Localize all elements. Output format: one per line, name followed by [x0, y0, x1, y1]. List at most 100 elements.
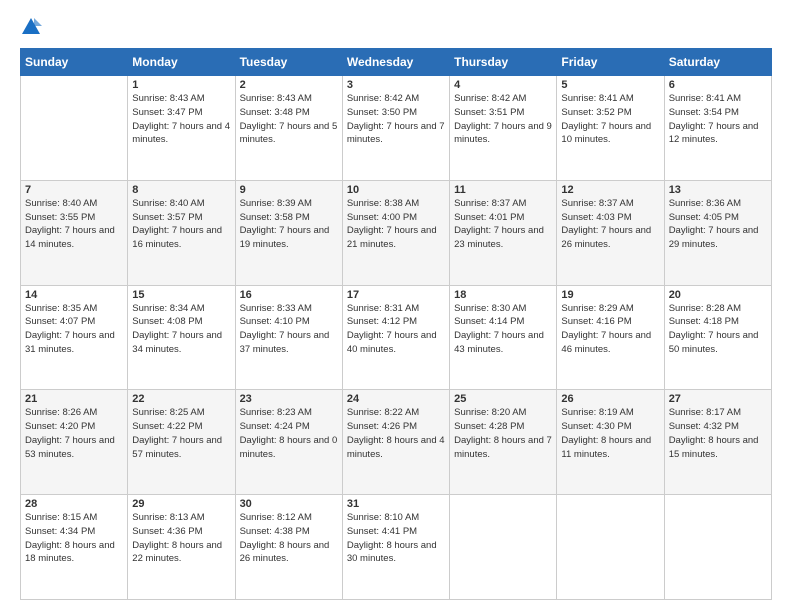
day-number: 6 — [669, 79, 767, 91]
week-row-0: 1Sunrise: 8:43 AMSunset: 3:47 PMDaylight… — [21, 76, 772, 181]
calendar-cell: 5Sunrise: 8:41 AMSunset: 3:52 PMDaylight… — [557, 76, 664, 181]
day-number: 13 — [669, 184, 767, 196]
day-info: Sunrise: 8:38 AMSunset: 4:00 PMDaylight:… — [347, 197, 445, 252]
day-number: 19 — [561, 289, 659, 301]
day-number: 18 — [454, 289, 552, 301]
day-header-thursday: Thursday — [450, 49, 557, 76]
day-number: 11 — [454, 184, 552, 196]
calendar-cell — [664, 495, 771, 600]
calendar-header-row: SundayMondayTuesdayWednesdayThursdayFrid… — [21, 49, 772, 76]
calendar-cell: 25Sunrise: 8:20 AMSunset: 4:28 PMDayligh… — [450, 390, 557, 495]
week-row-4: 28Sunrise: 8:15 AMSunset: 4:34 PMDayligh… — [21, 495, 772, 600]
calendar-cell: 17Sunrise: 8:31 AMSunset: 4:12 PMDayligh… — [342, 285, 449, 390]
page: SundayMondayTuesdayWednesdayThursdayFrid… — [0, 0, 792, 612]
calendar-cell: 9Sunrise: 8:39 AMSunset: 3:58 PMDaylight… — [235, 180, 342, 285]
day-header-wednesday: Wednesday — [342, 49, 449, 76]
day-number: 12 — [561, 184, 659, 196]
calendar-cell: 26Sunrise: 8:19 AMSunset: 4:30 PMDayligh… — [557, 390, 664, 495]
day-number: 1 — [132, 79, 230, 91]
day-number: 25 — [454, 393, 552, 405]
calendar-cell: 18Sunrise: 8:30 AMSunset: 4:14 PMDayligh… — [450, 285, 557, 390]
day-info: Sunrise: 8:29 AMSunset: 4:16 PMDaylight:… — [561, 302, 659, 357]
day-info: Sunrise: 8:41 AMSunset: 3:52 PMDaylight:… — [561, 92, 659, 147]
day-info: Sunrise: 8:43 AMSunset: 3:47 PMDaylight:… — [132, 92, 230, 147]
calendar-cell: 16Sunrise: 8:33 AMSunset: 4:10 PMDayligh… — [235, 285, 342, 390]
day-number: 27 — [669, 393, 767, 405]
calendar-cell: 7Sunrise: 8:40 AMSunset: 3:55 PMDaylight… — [21, 180, 128, 285]
day-info: Sunrise: 8:39 AMSunset: 3:58 PMDaylight:… — [240, 197, 338, 252]
day-number: 26 — [561, 393, 659, 405]
day-number: 29 — [132, 498, 230, 510]
day-number: 28 — [25, 498, 123, 510]
day-number: 20 — [669, 289, 767, 301]
day-info: Sunrise: 8:35 AMSunset: 4:07 PMDaylight:… — [25, 302, 123, 357]
day-number: 30 — [240, 498, 338, 510]
calendar-cell: 14Sunrise: 8:35 AMSunset: 4:07 PMDayligh… — [21, 285, 128, 390]
calendar-cell: 12Sunrise: 8:37 AMSunset: 4:03 PMDayligh… — [557, 180, 664, 285]
day-number: 24 — [347, 393, 445, 405]
calendar-cell: 28Sunrise: 8:15 AMSunset: 4:34 PMDayligh… — [21, 495, 128, 600]
day-info: Sunrise: 8:30 AMSunset: 4:14 PMDaylight:… — [454, 302, 552, 357]
day-info: Sunrise: 8:28 AMSunset: 4:18 PMDaylight:… — [669, 302, 767, 357]
calendar-cell: 2Sunrise: 8:43 AMSunset: 3:48 PMDaylight… — [235, 76, 342, 181]
day-number: 22 — [132, 393, 230, 405]
day-info: Sunrise: 8:34 AMSunset: 4:08 PMDaylight:… — [132, 302, 230, 357]
calendar-cell: 13Sunrise: 8:36 AMSunset: 4:05 PMDayligh… — [664, 180, 771, 285]
calendar-cell: 8Sunrise: 8:40 AMSunset: 3:57 PMDaylight… — [128, 180, 235, 285]
day-header-tuesday: Tuesday — [235, 49, 342, 76]
day-header-sunday: Sunday — [21, 49, 128, 76]
day-number: 15 — [132, 289, 230, 301]
day-info: Sunrise: 8:37 AMSunset: 4:01 PMDaylight:… — [454, 197, 552, 252]
calendar-cell: 24Sunrise: 8:22 AMSunset: 4:26 PMDayligh… — [342, 390, 449, 495]
day-info: Sunrise: 8:19 AMSunset: 4:30 PMDaylight:… — [561, 406, 659, 461]
day-number: 14 — [25, 289, 123, 301]
calendar-cell: 11Sunrise: 8:37 AMSunset: 4:01 PMDayligh… — [450, 180, 557, 285]
day-number: 9 — [240, 184, 338, 196]
day-number: 17 — [347, 289, 445, 301]
day-number: 3 — [347, 79, 445, 91]
calendar-cell: 20Sunrise: 8:28 AMSunset: 4:18 PMDayligh… — [664, 285, 771, 390]
calendar-cell: 29Sunrise: 8:13 AMSunset: 4:36 PMDayligh… — [128, 495, 235, 600]
calendar-cell — [21, 76, 128, 181]
calendar-cell: 23Sunrise: 8:23 AMSunset: 4:24 PMDayligh… — [235, 390, 342, 495]
day-number: 2 — [240, 79, 338, 91]
calendar-cell: 21Sunrise: 8:26 AMSunset: 4:20 PMDayligh… — [21, 390, 128, 495]
week-row-3: 21Sunrise: 8:26 AMSunset: 4:20 PMDayligh… — [21, 390, 772, 495]
calendar-table: SundayMondayTuesdayWednesdayThursdayFrid… — [20, 48, 772, 600]
calendar-cell: 6Sunrise: 8:41 AMSunset: 3:54 PMDaylight… — [664, 76, 771, 181]
day-info: Sunrise: 8:41 AMSunset: 3:54 PMDaylight:… — [669, 92, 767, 147]
day-info: Sunrise: 8:23 AMSunset: 4:24 PMDaylight:… — [240, 406, 338, 461]
day-info: Sunrise: 8:40 AMSunset: 3:57 PMDaylight:… — [132, 197, 230, 252]
day-number: 4 — [454, 79, 552, 91]
calendar-cell: 4Sunrise: 8:42 AMSunset: 3:51 PMDaylight… — [450, 76, 557, 181]
calendar-cell: 3Sunrise: 8:42 AMSunset: 3:50 PMDaylight… — [342, 76, 449, 181]
day-number: 16 — [240, 289, 338, 301]
day-number: 10 — [347, 184, 445, 196]
day-info: Sunrise: 8:13 AMSunset: 4:36 PMDaylight:… — [132, 511, 230, 566]
day-info: Sunrise: 8:25 AMSunset: 4:22 PMDaylight:… — [132, 406, 230, 461]
logo-icon — [20, 16, 42, 38]
day-number: 31 — [347, 498, 445, 510]
day-info: Sunrise: 8:42 AMSunset: 3:50 PMDaylight:… — [347, 92, 445, 147]
day-number: 8 — [132, 184, 230, 196]
day-header-friday: Friday — [557, 49, 664, 76]
week-row-1: 7Sunrise: 8:40 AMSunset: 3:55 PMDaylight… — [21, 180, 772, 285]
calendar-cell — [557, 495, 664, 600]
calendar-cell: 1Sunrise: 8:43 AMSunset: 3:47 PMDaylight… — [128, 76, 235, 181]
day-info: Sunrise: 8:36 AMSunset: 4:05 PMDaylight:… — [669, 197, 767, 252]
day-header-monday: Monday — [128, 49, 235, 76]
day-info: Sunrise: 8:15 AMSunset: 4:34 PMDaylight:… — [25, 511, 123, 566]
day-info: Sunrise: 8:17 AMSunset: 4:32 PMDaylight:… — [669, 406, 767, 461]
logo — [20, 16, 46, 38]
day-info: Sunrise: 8:10 AMSunset: 4:41 PMDaylight:… — [347, 511, 445, 566]
week-row-2: 14Sunrise: 8:35 AMSunset: 4:07 PMDayligh… — [21, 285, 772, 390]
calendar-cell: 19Sunrise: 8:29 AMSunset: 4:16 PMDayligh… — [557, 285, 664, 390]
calendar-cell: 27Sunrise: 8:17 AMSunset: 4:32 PMDayligh… — [664, 390, 771, 495]
day-info: Sunrise: 8:40 AMSunset: 3:55 PMDaylight:… — [25, 197, 123, 252]
calendar-cell: 30Sunrise: 8:12 AMSunset: 4:38 PMDayligh… — [235, 495, 342, 600]
calendar-cell: 15Sunrise: 8:34 AMSunset: 4:08 PMDayligh… — [128, 285, 235, 390]
day-info: Sunrise: 8:12 AMSunset: 4:38 PMDaylight:… — [240, 511, 338, 566]
day-number: 21 — [25, 393, 123, 405]
day-info: Sunrise: 8:43 AMSunset: 3:48 PMDaylight:… — [240, 92, 338, 147]
day-number: 23 — [240, 393, 338, 405]
